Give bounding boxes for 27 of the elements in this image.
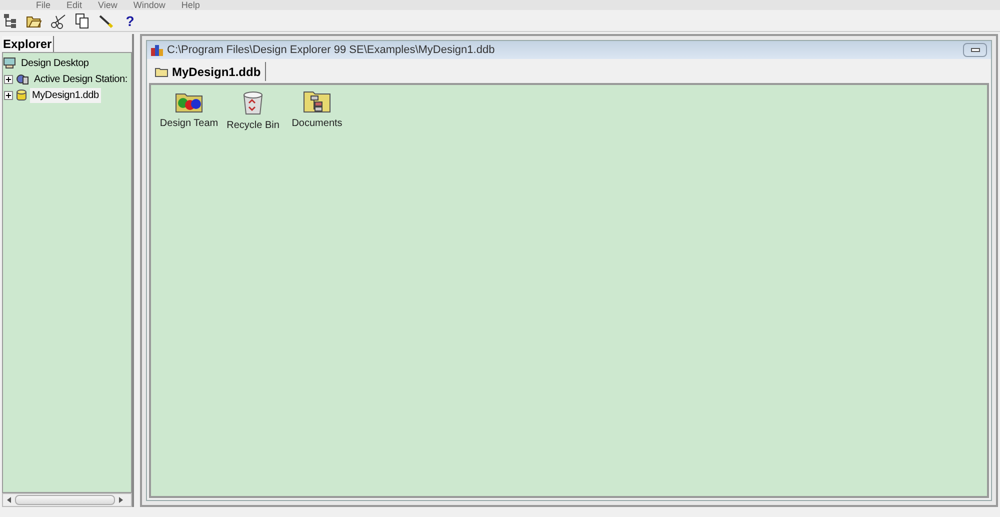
menu-item[interactable]: Edit bbox=[66, 1, 82, 10]
document-item[interactable]: Recycle Bin bbox=[223, 89, 283, 132]
desktop-icon bbox=[3, 57, 16, 69]
document-tab[interactable]: MyDesign1.ddb bbox=[151, 62, 266, 81]
menu-item[interactable]: Help bbox=[181, 1, 200, 10]
documents-folder-icon bbox=[303, 89, 331, 113]
station-icon bbox=[16, 73, 29, 85]
document-item[interactable]: Design Team bbox=[159, 89, 219, 130]
tree-item[interactable]: Design Desktop bbox=[19, 56, 91, 70]
scroll-left-icon[interactable] bbox=[7, 497, 11, 503]
app-icon bbox=[151, 44, 163, 56]
minimize-button[interactable] bbox=[963, 43, 987, 57]
explorer-tab[interactable]: Explorer bbox=[2, 36, 54, 52]
menu-item[interactable]: Window bbox=[133, 1, 166, 10]
horizontal-scrollbar[interactable] bbox=[2, 493, 132, 507]
expand-toggle[interactable] bbox=[4, 74, 13, 84]
document-item[interactable]: Documents bbox=[287, 89, 347, 130]
window-title: C:\Program Files\Design Explorer 99 SE\Examples\MyDesign1.ddb bbox=[167, 42, 496, 58]
scroll-right-icon[interactable] bbox=[119, 497, 123, 503]
menu-item[interactable]: File bbox=[36, 1, 51, 10]
menu-item[interactable]: View bbox=[98, 1, 118, 10]
folder-icon bbox=[155, 66, 168, 76]
help-button[interactable]: ? bbox=[120, 10, 140, 30]
database-icon bbox=[16, 89, 27, 101]
tree-item[interactable]: Active Design Station: bbox=[32, 72, 130, 86]
tree-item[interactable]: MyDesign1.ddb bbox=[30, 88, 101, 102]
expand-toggle[interactable] bbox=[4, 90, 13, 100]
